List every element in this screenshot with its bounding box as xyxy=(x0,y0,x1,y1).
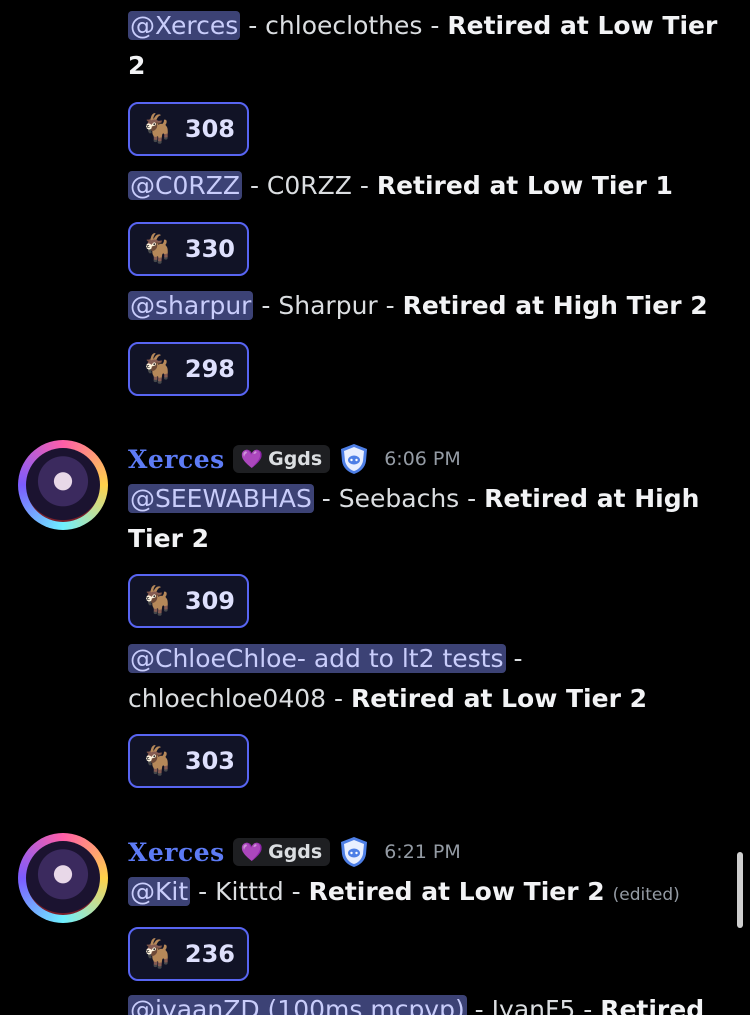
reaction-count: 298 xyxy=(184,355,235,383)
message-line: @SEEWABHAS - Seebachs - Retired at High xyxy=(128,479,699,519)
message-line: @sharpur - Sharpur - Retired at High Tie… xyxy=(128,286,708,326)
message-line: Tier 2 xyxy=(128,519,209,559)
purple-heart-icon: 💜 xyxy=(240,841,264,863)
message-bold-text: 2 xyxy=(128,51,146,80)
message-line: @ChloeChloe- add to lt2 tests - xyxy=(128,639,522,679)
reaction-button[interactable]: 🐐 309 xyxy=(128,574,249,628)
message-line: @Xerces - chloeclothes - Retired at Low … xyxy=(128,6,717,46)
message-line: @Kit - Kitttd - Retired at Low Tier 2 (e… xyxy=(128,872,680,915)
goat-emoji-icon: 🐐 xyxy=(140,937,175,970)
username[interactable]: Xerces xyxy=(128,838,225,867)
message-header: Xerces 💜 Ggds 6:21 PM xyxy=(128,834,461,870)
user-mention[interactable]: @C0RZZ xyxy=(128,171,242,200)
goat-emoji-icon: 🐐 xyxy=(140,112,175,145)
message-timestamp: 6:21 PM xyxy=(384,841,461,863)
server-tag[interactable]: 💜 Ggds xyxy=(232,838,331,866)
message-bold-text: Retired xyxy=(600,995,705,1015)
message-timestamp: 6:06 PM xyxy=(384,448,461,470)
message-text: - Sharpur - xyxy=(253,291,403,320)
user-mention[interactable]: @Kit xyxy=(128,877,191,906)
message-bold-text: Retired at High xyxy=(484,484,700,513)
server-tag[interactable]: 💜 Ggds xyxy=(232,445,331,473)
discord-shield-badge-icon[interactable] xyxy=(338,443,370,475)
user-mention[interactable]: @iyaanZD (100ms mcpvp) xyxy=(128,995,467,1015)
goat-emoji-icon: 🐐 xyxy=(140,232,175,265)
server-tag-label: Ggds xyxy=(268,448,323,470)
chat-messages: @Xerces - chloeclothes - Retired at Low … xyxy=(0,0,750,1015)
message-bold-text: Retired at Low Tier 2 xyxy=(308,877,605,906)
reaction-button[interactable]: 🐐 303 xyxy=(128,734,249,788)
message-line: @iyaanZD (100ms mcpvp) - IyanF5 - Retire… xyxy=(128,990,704,1015)
message-text: - Kitttd - xyxy=(190,877,309,906)
user-avatar[interactable] xyxy=(18,440,108,530)
edited-indicator: (edited) xyxy=(612,885,680,905)
reaction-count: 308 xyxy=(184,115,235,143)
reaction-count: 330 xyxy=(184,235,235,263)
message-text: - C0RZZ - xyxy=(242,171,377,200)
goat-emoji-icon: 🐐 xyxy=(140,584,175,617)
user-mention[interactable]: @SEEWABHAS xyxy=(128,484,314,513)
user-mention[interactable]: @ChloeChloe- add to lt2 tests xyxy=(128,644,506,673)
user-avatar[interactable] xyxy=(18,833,108,923)
message-bold-text: Retired at Low Tier xyxy=(447,11,718,40)
message-bold-text: Retired at High Tier 2 xyxy=(402,291,708,320)
scrollbar-thumb[interactable] xyxy=(737,852,743,928)
reaction-button[interactable]: 🐐 330 xyxy=(128,222,249,276)
user-mention[interactable]: @sharpur xyxy=(128,291,254,320)
discord-shield-badge-icon[interactable] xyxy=(338,836,370,868)
reaction-count: 309 xyxy=(184,587,235,615)
user-mention[interactable]: @Xerces xyxy=(128,11,241,40)
message-text: - chloeclothes - xyxy=(240,11,448,40)
message-line: chloechloe0408 - Retired at Low Tier 2 xyxy=(128,679,647,719)
message-text: - IyanF5 - xyxy=(466,995,601,1015)
message-bold-text: Retired at Low Tier 1 xyxy=(376,171,673,200)
message-line: 2 xyxy=(128,46,145,86)
message-line: @C0RZZ - C0RZZ - Retired at Low Tier 1 xyxy=(128,166,673,206)
reaction-count: 303 xyxy=(184,747,235,775)
reaction-button[interactable]: 🐐 298 xyxy=(128,342,249,396)
message-text: - Seebachs - xyxy=(313,484,485,513)
goat-emoji-icon: 🐐 xyxy=(140,352,175,385)
avatar-image xyxy=(26,448,100,522)
purple-heart-icon: 💜 xyxy=(240,448,264,470)
reaction-count: 236 xyxy=(184,940,235,968)
username[interactable]: Xerces xyxy=(128,445,225,474)
avatar-image xyxy=(26,841,100,915)
message-text: chloechloe0408 - xyxy=(128,684,351,713)
message-header: Xerces 💜 Ggds 6:06 PM xyxy=(128,441,461,477)
server-tag-label: Ggds xyxy=(268,841,323,863)
reaction-button[interactable]: 🐐 236 xyxy=(128,927,249,981)
message-text: - xyxy=(505,644,523,673)
reaction-button[interactable]: 🐐 308 xyxy=(128,102,249,156)
message-bold-text: Tier 2 xyxy=(128,524,210,553)
message-bold-text: Retired at Low Tier 2 xyxy=(350,684,648,713)
goat-emoji-icon: 🐐 xyxy=(140,744,175,777)
